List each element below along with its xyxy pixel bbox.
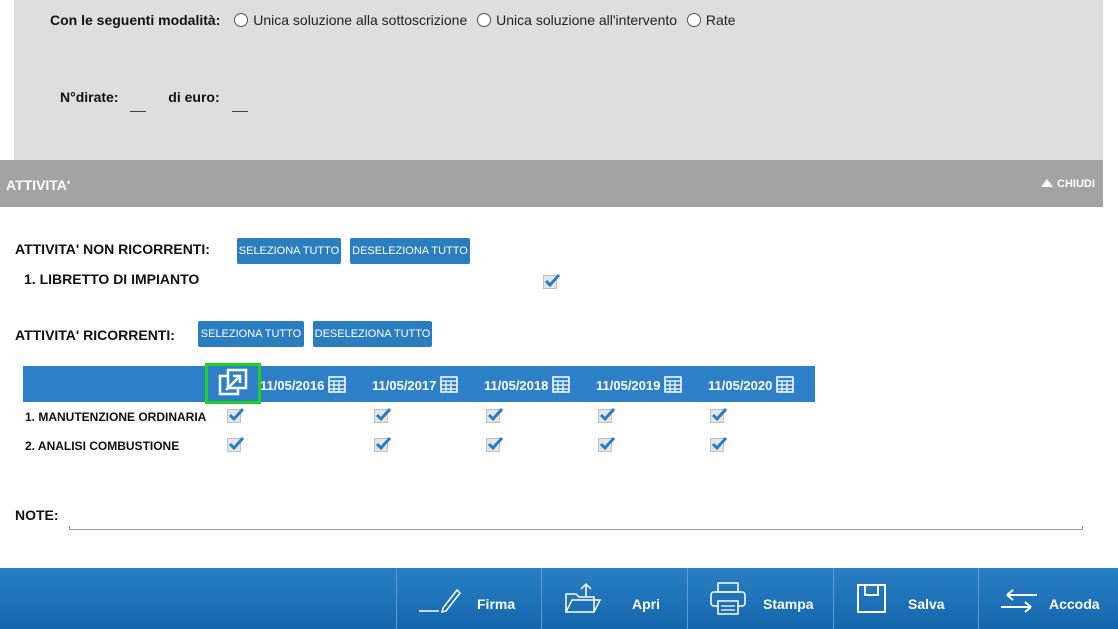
checkbox-icon: [375, 436, 392, 451]
checkbox-icon: [599, 436, 616, 451]
checkbox-icon: [228, 436, 245, 451]
radio-sottoscrizione[interactable]: [234, 13, 249, 27]
date-label: 11/05/2018: [484, 378, 549, 393]
section-title: ATTIVITA': [6, 177, 71, 193]
schedule-checkbox[interactable]: [227, 407, 245, 423]
section-header: [0, 160, 1103, 207]
date-col-1: 11/05/2017: [372, 376, 459, 393]
row-label-analisi: 2. ANALISI COMBUSTIONE: [25, 439, 180, 453]
apri-label: Apri: [632, 596, 660, 612]
libretto-checkbox[interactable]: [543, 273, 561, 289]
payment-mode-label: Con le seguenti modalità:: [50, 12, 221, 28]
schedule-checkbox[interactable]: [486, 407, 504, 423]
checkbox-icon: [711, 407, 728, 422]
radio-rate-label: Rate: [705, 12, 736, 28]
accoda-label: Accoda: [1049, 596, 1100, 612]
firma-button[interactable]: Firma: [396, 568, 541, 629]
checkbox-icon: [228, 407, 245, 422]
radio-rate[interactable]: [686, 13, 701, 27]
checkbox-icon: [599, 407, 616, 422]
schedule-checkbox[interactable]: [598, 407, 616, 423]
date-label: 11/05/2019: [596, 378, 661, 393]
date-label: 11/05/2017: [372, 378, 437, 393]
date-col-2: 11/05/2018: [484, 376, 571, 393]
chevron-up-icon: [1041, 179, 1053, 187]
firma-label: Firma: [477, 596, 516, 612]
payment-mode-row: Con le seguenti modalità: Unica soluzion…: [50, 12, 742, 28]
arrows-exchange-icon: [1001, 589, 1037, 613]
radio-intervento[interactable]: [477, 13, 492, 27]
schedule-checkbox[interactable]: [598, 436, 616, 452]
schedule-checkbox[interactable]: [710, 436, 728, 452]
euro-input[interactable]: [231, 100, 248, 112]
floppy-disk-icon: [857, 584, 886, 613]
date-label: 11/05/2020: [708, 378, 773, 393]
checkbox-icon: [487, 436, 504, 451]
date-col-4: 11/05/2020: [708, 376, 795, 393]
date-label: 11/05/2016: [260, 378, 325, 393]
radio-intervento-label: Unica soluzione all'intervento: [496, 12, 678, 28]
stampa-button[interactable]: Stampa: [687, 568, 833, 629]
checkbox-icon: [375, 407, 392, 422]
accoda-button[interactable]: Accoda: [978, 568, 1118, 629]
collapse-button[interactable]: CHIUDI: [1041, 178, 1095, 190]
expand-icon: [218, 368, 248, 396]
folder-open-icon: [565, 582, 602, 613]
date-col-0: 11/05/2016: [260, 376, 347, 393]
date-col-3: 11/05/2019: [596, 376, 683, 393]
expand-button[interactable]: [205, 363, 261, 404]
calendar-icon[interactable]: [328, 376, 347, 393]
stampa-label: Stampa: [763, 596, 814, 612]
recurring-select-all-button[interactable]: SELEZIONA TUTTO: [198, 321, 304, 347]
printer-icon: [710, 582, 746, 615]
calendar-icon[interactable]: [664, 376, 683, 393]
checkbox-icon: [544, 273, 561, 288]
n-rate-input[interactable]: [130, 100, 147, 112]
schedule-checkbox[interactable]: [374, 436, 392, 452]
note-label: NOTE:: [15, 507, 59, 523]
collapse-label: CHIUDI: [1057, 178, 1095, 190]
checkbox-icon: [711, 436, 728, 451]
apri-button[interactable]: Apri: [541, 568, 687, 629]
non-recurring-deselect-all-button[interactable]: DESELEZIONA TUTTO: [350, 238, 470, 264]
non-recurring-label: ATTIVITA' NON RICORRENTI:: [15, 241, 210, 257]
pen-icon: [419, 588, 461, 614]
schedule-checkbox[interactable]: [227, 436, 245, 452]
rate-row: N°dirate: di euro:: [60, 89, 248, 112]
checkbox-icon: [487, 407, 504, 422]
radio-sottoscrizione-label: Unica soluzione alla sottoscrizione: [253, 12, 468, 28]
euro-label: di euro:: [168, 89, 220, 105]
schedule-checkbox[interactable]: [486, 436, 504, 452]
calendar-icon[interactable]: [440, 376, 459, 393]
calendar-icon[interactable]: [552, 376, 571, 393]
salva-button[interactable]: Salva: [833, 568, 978, 629]
calendar-icon[interactable]: [776, 376, 795, 393]
salva-label: Salva: [908, 596, 945, 612]
schedule-checkbox[interactable]: [374, 407, 392, 423]
note-input[interactable]: [69, 526, 1083, 530]
recurring-label: ATTIVITA' RICORRENTI:: [15, 327, 175, 343]
non-recurring-select-all-button[interactable]: SELEZIONA TUTTO: [237, 238, 341, 264]
row-label-manutenzione: 1. MANUTENZIONE ORDINARIA: [25, 410, 207, 424]
n-rate-label: N°dirate:: [60, 89, 119, 105]
recurring-deselect-all-button[interactable]: DESELEZIONA TUTTO: [313, 321, 432, 347]
schedule-checkbox[interactable]: [710, 407, 728, 423]
libretto-label: 1. LIBRETTO DI IMPIANTO: [24, 271, 200, 287]
